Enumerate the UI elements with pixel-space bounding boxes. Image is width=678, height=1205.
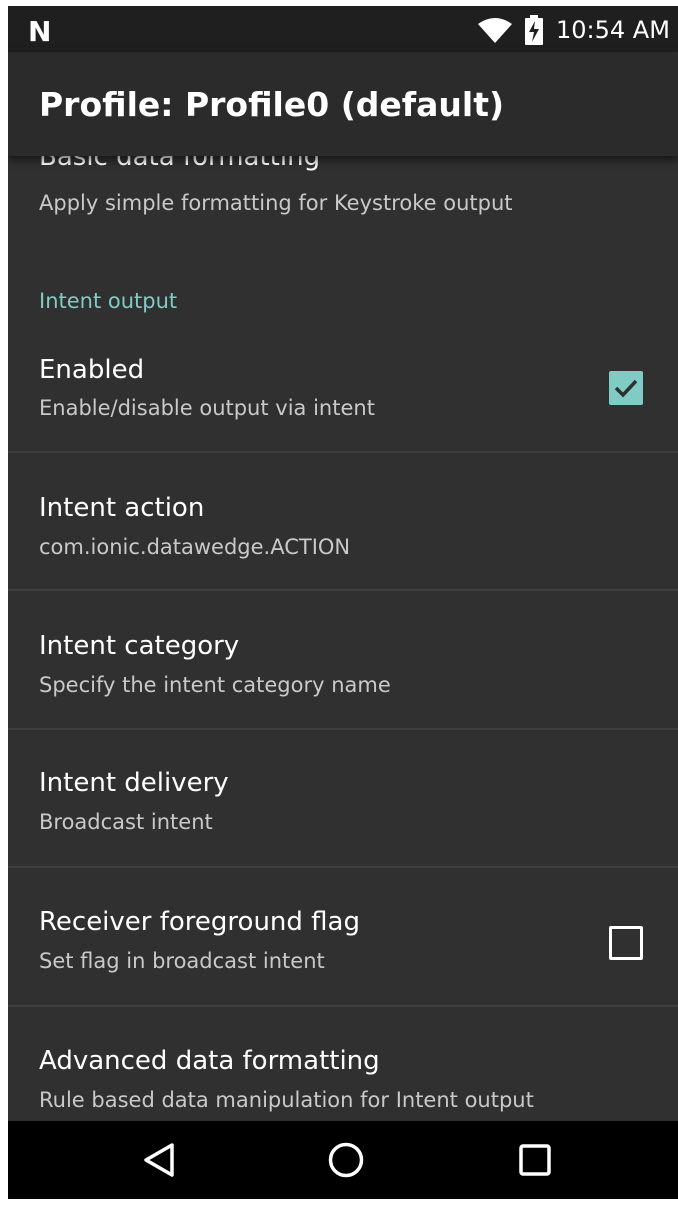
pref-title: Basic data formatting bbox=[39, 156, 321, 172]
pref-receiver-foreground-flag[interactable]: Receiver foreground flag Set flag in bro… bbox=[8, 868, 678, 1005]
wifi-icon bbox=[478, 18, 512, 43]
back-icon[interactable] bbox=[141, 1142, 177, 1178]
home-icon[interactable] bbox=[327, 1141, 365, 1179]
phone-screen: N 10:54 AM Profile: Profile0 (default) B… bbox=[8, 6, 678, 1199]
app-bar: Profile: Profile0 (default) bbox=[8, 52, 678, 156]
recents-icon[interactable] bbox=[519, 1144, 551, 1176]
pref-enabled[interactable]: Enabled Enable/disable output via intent bbox=[8, 331, 678, 451]
status-time: 10:54 AM bbox=[556, 16, 670, 44]
pref-summary: Apply simple formatting for Keystroke ou… bbox=[39, 191, 513, 215]
enabled-checkbox[interactable] bbox=[609, 371, 643, 405]
pref-intent-action[interactable]: Intent action com.ionic.datawedge.ACTION bbox=[8, 453, 678, 589]
pref-basic-data-formatting[interactable]: Basic data formatting Apply simple forma… bbox=[8, 156, 678, 246]
pref-summary: Rule based data manipulation for Intent … bbox=[39, 1088, 534, 1112]
pref-title: Intent action bbox=[39, 493, 205, 523]
receiver-foreground-checkbox[interactable] bbox=[609, 926, 643, 960]
pref-title: Advanced data formatting bbox=[39, 1046, 380, 1076]
pref-summary: Broadcast intent bbox=[39, 810, 213, 834]
pref-summary: Set flag in broadcast intent bbox=[39, 949, 325, 973]
pref-summary: com.ionic.datawedge.ACTION bbox=[39, 535, 351, 559]
pref-title: Intent delivery bbox=[39, 768, 229, 798]
pref-summary: Enable/disable output via intent bbox=[39, 396, 375, 420]
pref-title: Receiver foreground flag bbox=[39, 907, 360, 937]
category-header-intent-output: Intent output bbox=[39, 289, 178, 313]
checkmark-icon bbox=[614, 379, 638, 398]
pref-advanced-data-formatting[interactable]: Advanced data formatting Rule based data… bbox=[8, 1007, 678, 1121]
navigation-bar bbox=[8, 1121, 678, 1199]
pref-summary: Specify the intent category name bbox=[39, 673, 391, 697]
pref-intent-category[interactable]: Intent category Specify the intent categ… bbox=[8, 591, 678, 728]
battery-charging-icon bbox=[525, 15, 543, 45]
pref-title: Enabled bbox=[39, 355, 145, 385]
n-logo-icon: N bbox=[28, 15, 51, 48]
pref-title: Intent category bbox=[39, 631, 240, 661]
pref-intent-delivery[interactable]: Intent delivery Broadcast intent bbox=[8, 730, 678, 866]
page-title: Profile: Profile0 (default) bbox=[39, 85, 505, 124]
status-bar: N 10:54 AM bbox=[8, 6, 678, 52]
preferences-list: Basic data formatting Apply simple forma… bbox=[8, 156, 678, 1121]
